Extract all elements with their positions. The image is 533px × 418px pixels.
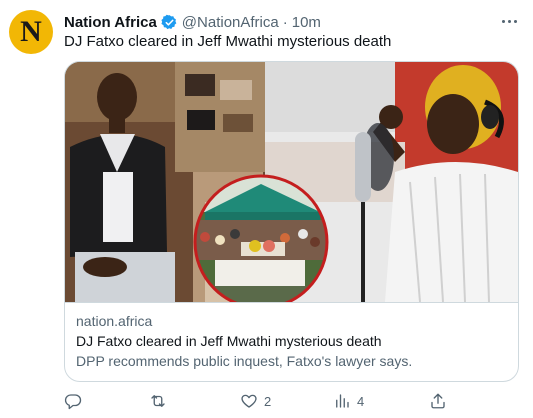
avatar-logo-letter: N bbox=[20, 15, 42, 48]
more-dot bbox=[513, 19, 517, 23]
timestamp[interactable]: 10m bbox=[292, 14, 321, 31]
like-count: 2 bbox=[264, 393, 272, 409]
link-card[interactable]: nation.africa DJ Fatxo cleared in Jeff M… bbox=[64, 61, 519, 382]
views-chart-icon bbox=[336, 394, 349, 408]
views-button[interactable]: 4 bbox=[333, 390, 364, 412]
retweet-button[interactable] bbox=[149, 390, 173, 412]
avatar[interactable]: N bbox=[9, 10, 53, 54]
tweet[interactable]: N Nation Africa @NationAfrica · 10m DJ F… bbox=[0, 0, 533, 418]
views-count: 4 bbox=[357, 393, 365, 409]
separator-dot: · bbox=[282, 13, 288, 31]
heart-icon bbox=[241, 394, 257, 408]
verified-badge-icon bbox=[161, 14, 177, 29]
reply-button[interactable] bbox=[64, 390, 88, 412]
reply-icon bbox=[64, 394, 82, 410]
share-icon bbox=[431, 393, 445, 409]
account-handle[interactable]: @NationAfrica bbox=[182, 14, 279, 31]
card-title: DJ Fatxo cleared in Jeff Mwathi mysterio… bbox=[76, 333, 382, 349]
tweet-actions: 2 4 bbox=[60, 390, 520, 412]
more-dot bbox=[501, 19, 505, 23]
account-name[interactable]: Nation Africa bbox=[64, 14, 157, 31]
card-meta: nation.africa DJ Fatxo cleared in Jeff M… bbox=[65, 302, 518, 381]
tweet-header: Nation Africa @NationAfrica · 10m bbox=[64, 12, 321, 32]
more-dot bbox=[507, 19, 511, 23]
tweet-text: DJ Fatxo cleared in Jeff Mwathi mysterio… bbox=[64, 33, 392, 50]
like-button[interactable]: 2 bbox=[240, 390, 271, 412]
more-options-icon[interactable] bbox=[496, 10, 522, 32]
retweet-icon bbox=[151, 395, 165, 407]
share-button[interactable] bbox=[429, 390, 447, 412]
card-description: DPP recommends public inquest, Fatxo's l… bbox=[76, 353, 413, 369]
card-image bbox=[65, 62, 518, 302]
card-domain: nation.africa bbox=[76, 313, 153, 329]
